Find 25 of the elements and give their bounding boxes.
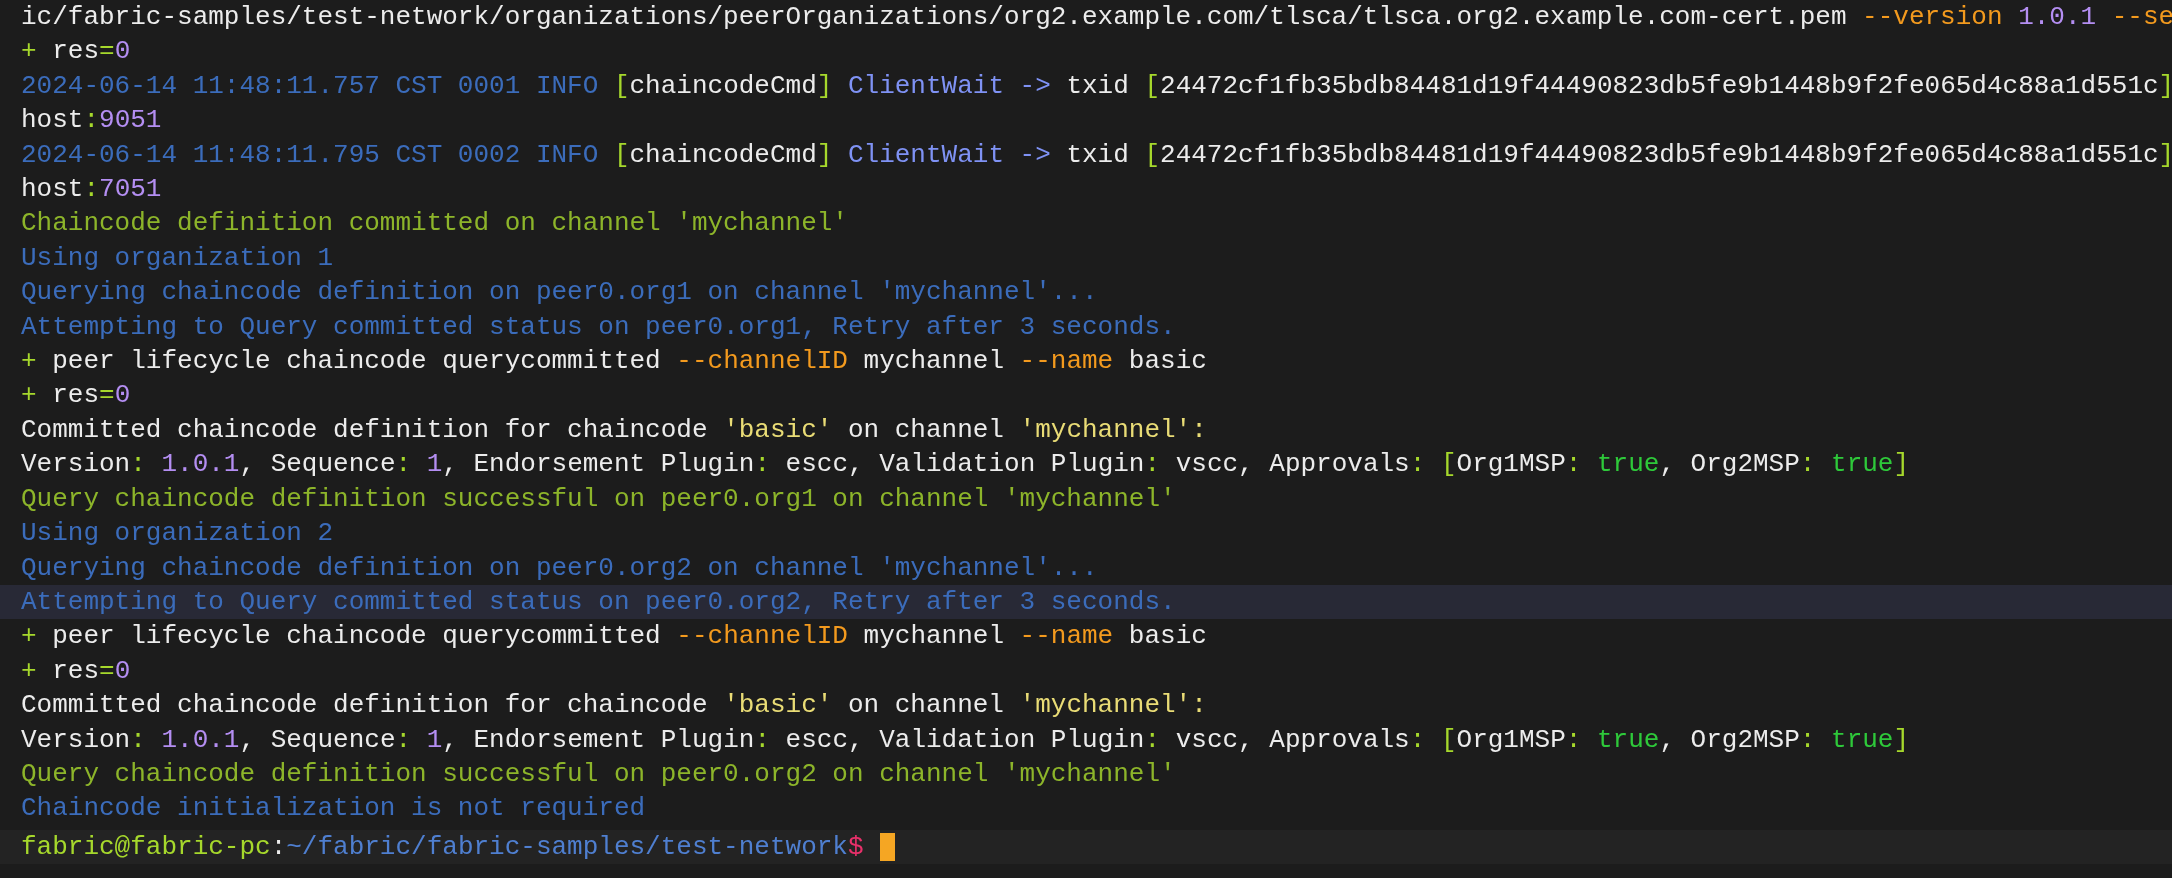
terminal-line: Version: 1.0.1, Sequence: 1, Endorsement Plugin: escc, Validation Plugin: vscc, Approvals: [Org1MSP: true, Org2MSP: true] bbox=[20, 723, 1911, 757]
terminal-line: Using organization 1 bbox=[20, 241, 335, 275]
terminal-line: host:7051 bbox=[20, 173, 163, 207]
terminal-line: Version: 1.0.1, Sequence: 1, Endorsement Plugin: escc, Validation Plugin: vscc, Approvals: [Org1MSP: true, Org2MSP: true] bbox=[20, 448, 1911, 482]
terminal-line: 2024-06-14 11:48:11.757 CST 0001 INFO [chaincodeCmd] ClientWait -> txid [24472cf1fb35bdb84481d19f44490823db5fe9b1448b9f2fe065d4c88a1d551c] bbox=[20, 69, 2172, 103]
terminal-line: Committed chaincode definition for chaincode 'basic' on channel 'mychannel': bbox=[20, 413, 1208, 447]
terminal-line: Query chaincode definition successful on peer0.org1 on channel 'mychannel' bbox=[20, 482, 1177, 516]
terminal-line: + peer lifecycle chaincode querycommitted --channelID mychannel --name basic bbox=[20, 620, 1208, 654]
terminal-line: 2024-06-14 11:48:11.795 CST 0002 INFO [chaincodeCmd] ClientWait -> txid [24472cf1fb35bdb84481d19f44490823db5fe9b1448b9f2fe065d4c88a1d551c] bbox=[20, 138, 2172, 172]
terminal-line: Query chaincode definition successful on peer0.org2 on channel 'mychannel' bbox=[20, 757, 1177, 791]
terminal-line: + res=0 bbox=[20, 379, 132, 413]
terminal-line: Querying chaincode definition on peer0.org1 on channel 'mychannel'... bbox=[20, 276, 1099, 310]
terminal-line: + res=0 bbox=[20, 35, 132, 69]
terminal-line: Chaincode definition committed on channel 'mychannel' bbox=[20, 207, 849, 241]
terminal-line: Committed chaincode definition for chaincode 'basic' on channel 'mychannel': bbox=[20, 689, 1208, 723]
shell-prompt: fabric@fabric-pc:~/fabric/fabric-samples/test-network$ bbox=[21, 830, 864, 864]
terminal-line: ic/fabric-samples/test-network/organizations/peerOrganizations/org2.example.com/tlsca/tlsca.org2.example.com-cert.pem --version 1.0.1 --se bbox=[20, 1, 2172, 34]
terminal-line: Chaincode initialization is not required bbox=[20, 792, 647, 826]
terminal-line: Attempting to Query committed status on peer0.org1, Retry after 3 seconds. bbox=[20, 310, 1177, 344]
terminal-line: Querying chaincode definition on peer0.org2 on channel 'mychannel'... bbox=[20, 551, 1099, 585]
terminal-line: + peer lifecycle chaincode querycommitted --channelID mychannel --name basic bbox=[20, 345, 1208, 379]
terminal-line: host:9051 bbox=[20, 104, 163, 138]
terminal-line: Using organization 2 bbox=[20, 517, 335, 551]
cursor-icon bbox=[879, 832, 895, 861]
terminal-line: + res=0 bbox=[20, 654, 132, 688]
